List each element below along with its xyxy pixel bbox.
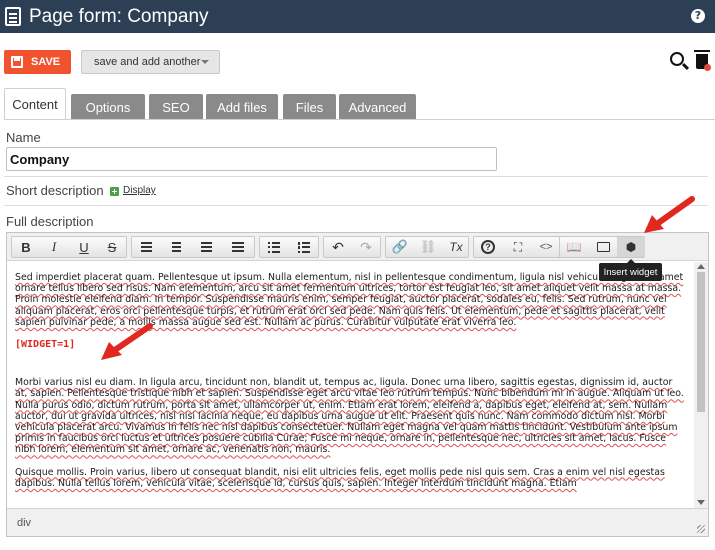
align-center-icon [171, 242, 181, 252]
editor-toolbar: B I U S ↶ ↷ 🔗 ⛓ Tx ? ⛶ <> 📖 ⬢ [7, 233, 708, 261]
save-and-add-another-dropdown[interactable]: save and add another [81, 50, 220, 74]
insert-group: 📖 ⬢ [559, 236, 645, 258]
strikethrough-button[interactable]: S [98, 237, 126, 257]
insert-widget-tooltip: Insert widget [599, 259, 662, 281]
bullet-list-button[interactable] [260, 237, 288, 257]
scroll-down-icon[interactable] [697, 500, 705, 505]
editor-paragraph: Sed imperdiet placerat quam. Pellentesqu… [15, 272, 684, 328]
divider [4, 205, 708, 206]
page-title: Page form: Company [29, 5, 209, 27]
display-link[interactable]: Display [123, 185, 156, 196]
justify-button[interactable] [224, 237, 252, 257]
align-center-button[interactable] [162, 237, 190, 257]
resize-handle-icon[interactable] [697, 525, 705, 533]
fullscreen-button[interactable]: ⛶ [504, 237, 532, 257]
divider [4, 176, 708, 177]
link-icon: 🔗 [391, 239, 409, 254]
document-icon [5, 7, 21, 26]
tab-content[interactable]: Content [4, 88, 66, 120]
tab-add-files[interactable]: Add files [206, 94, 278, 120]
redo-icon: ↷ [360, 238, 372, 255]
align-left-button[interactable] [132, 237, 160, 257]
underline-button[interactable]: U [70, 237, 98, 257]
list-group [259, 236, 319, 258]
redo-button[interactable]: ↷ [352, 237, 380, 257]
floppy-disk-icon [11, 56, 23, 68]
delete-trash-icon[interactable] [694, 50, 711, 71]
tabs-divider [4, 119, 715, 120]
question-circle-icon: ? [481, 240, 495, 254]
tab-files[interactable]: Files [283, 94, 336, 120]
name-label: Name [6, 130, 41, 145]
editor-content[interactable]: Sed imperdiet placerat quam. Pellentesqu… [7, 262, 694, 508]
widget-tag: [WIDGET=1] [15, 339, 76, 351]
tab-seo[interactable]: SEO [149, 94, 203, 120]
delete-badge-icon [704, 64, 711, 71]
save-button-label: SAVE [31, 56, 61, 68]
justify-icon [232, 242, 244, 252]
insert-book-button[interactable]: 📖 [560, 237, 588, 257]
chevron-down-icon [201, 60, 209, 64]
link-button[interactable]: 🔗 [386, 237, 414, 257]
align-right-icon [200, 242, 212, 252]
action-bar: SAVE save and add another [0, 33, 715, 83]
link-group: 🔗 ⛓ Tx [385, 236, 469, 258]
tools-group: ? ⛶ <> [473, 236, 561, 258]
title-bar: Page form: Company ? [0, 0, 715, 33]
plus-icon[interactable] [110, 187, 119, 196]
source-code-button[interactable]: <> [532, 237, 560, 257]
editor-status-bar: div [7, 508, 708, 536]
numbered-list-button[interactable] [290, 237, 318, 257]
bullet-list-icon [268, 241, 280, 253]
scrollbar-thumb[interactable] [697, 272, 705, 412]
editor-scrollbar[interactable] [694, 262, 708, 508]
tab-options[interactable]: Options [71, 94, 145, 120]
insert-image-button[interactable] [589, 237, 617, 257]
cube-icon: ⬢ [625, 240, 637, 254]
scroll-up-icon[interactable] [697, 264, 705, 269]
name-input[interactable] [6, 147, 497, 171]
fullscreen-icon: ⛶ [513, 239, 523, 254]
bold-button[interactable]: B [12, 237, 40, 257]
italic-button[interactable]: I [40, 237, 68, 257]
align-right-button[interactable] [192, 237, 220, 257]
align-left-icon [140, 242, 152, 252]
image-icon [596, 242, 610, 252]
book-icon: 📖 [566, 240, 582, 254]
undo-button[interactable]: ↶ [324, 237, 352, 257]
clear-formatting-button[interactable]: Tx [442, 237, 470, 257]
about-button[interactable]: ? [474, 237, 502, 257]
undo-icon: ↶ [332, 238, 344, 255]
full-description-label: Full description [6, 214, 94, 229]
unlink-button[interactable]: ⛓ [414, 237, 442, 257]
numbered-list-icon [298, 241, 310, 253]
unlink-icon: ⛓ [419, 239, 437, 254]
editor-paragraph: Morbi varius nisl eu diam. In ligula arc… [15, 377, 684, 456]
help-icon[interactable]: ? [691, 9, 705, 23]
text-style-group: B I U S [11, 236, 127, 258]
editor-paragraph: Quisque mollis. Proin varius, libero ut … [15, 466, 665, 489]
element-path[interactable]: div [17, 517, 31, 529]
short-description-label: Short description [6, 183, 104, 198]
save-and-add-another-label: save and add another [94, 56, 201, 68]
tab-advanced[interactable]: Advanced [339, 94, 416, 120]
save-button[interactable]: SAVE [4, 50, 71, 74]
alignment-group [131, 236, 255, 258]
history-group: ↶ ↷ [323, 236, 381, 258]
search-icon[interactable] [670, 52, 684, 66]
insert-widget-button[interactable]: ⬢ [617, 237, 645, 257]
